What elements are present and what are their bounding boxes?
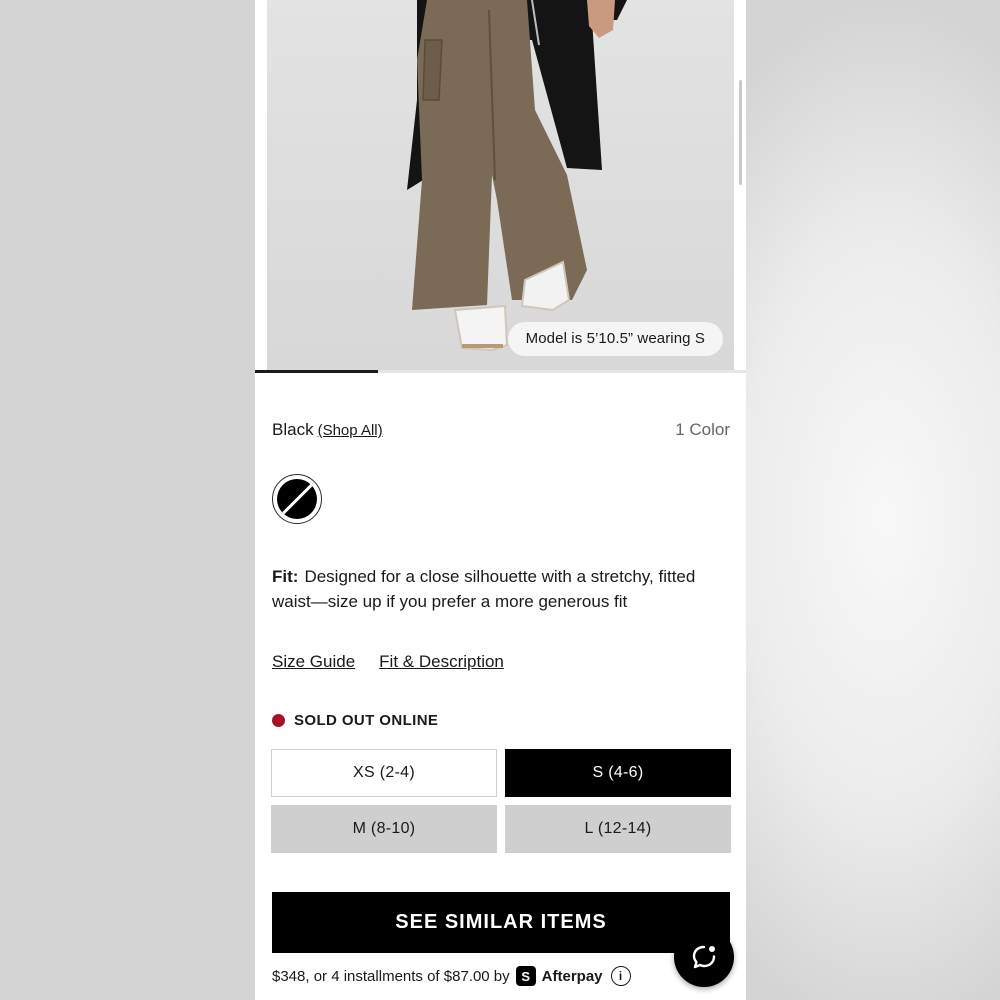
chat-button[interactable] bbox=[674, 927, 734, 987]
stock-status-text: SOLD OUT ONLINE bbox=[294, 712, 439, 729]
swatch-fill bbox=[277, 479, 317, 519]
status-dot-icon bbox=[272, 714, 285, 727]
afterpay-installments: $348, or 4 installments of $87.00 by S A… bbox=[272, 966, 631, 986]
model-illustration bbox=[407, 0, 627, 352]
size-option-s[interactable]: S (4-6) bbox=[505, 749, 731, 797]
fit-note: Fit: Designed for a close silhouette with… bbox=[272, 564, 732, 614]
afterpay-logo-icon: S bbox=[515, 966, 536, 986]
size-option-xs[interactable]: XS (2-4) bbox=[271, 749, 497, 797]
fit-description-link[interactable]: Fit & Description bbox=[379, 652, 504, 671]
info-links: Size Guide Fit & Description bbox=[272, 652, 528, 672]
size-option-l[interactable]: L (12-14) bbox=[505, 805, 731, 853]
color-selector-header: Black (Shop All) 1 Color bbox=[272, 420, 730, 440]
fit-text: Designed for a close silhouette with a s… bbox=[272, 567, 696, 611]
size-option-m[interactable]: M (8-10) bbox=[271, 805, 497, 853]
info-icon[interactable]: i bbox=[610, 966, 631, 986]
shop-all-link[interactable]: (Shop All) bbox=[318, 422, 383, 439]
model-size-badge: Model is 5’10.5” wearing S bbox=[507, 322, 723, 356]
product-image[interactable]: Model is 5’10.5” wearing S bbox=[267, 0, 734, 370]
stock-status: SOLD OUT ONLINE bbox=[272, 712, 438, 729]
fit-label: Fit: bbox=[272, 567, 299, 586]
afterpay-text: $348, or 4 installments of $87.00 by bbox=[272, 967, 510, 985]
image-carousel-progress bbox=[255, 370, 746, 373]
afterpay-brand: Afterpay bbox=[541, 967, 603, 985]
chat-bubble-icon bbox=[692, 945, 716, 969]
product-page: Model is 5’10.5” wearing S Black (Shop Al… bbox=[255, 0, 746, 1000]
image-carousel-progress-fill bbox=[255, 370, 378, 373]
color-count: 1 Color bbox=[675, 420, 730, 439]
size-guide-link[interactable]: Size Guide bbox=[272, 652, 355, 671]
color-swatch-black[interactable] bbox=[272, 474, 322, 524]
see-similar-items-button[interactable]: SEE SIMILAR ITEMS bbox=[272, 892, 730, 953]
page-scrollbar[interactable] bbox=[739, 80, 742, 185]
selected-color-name: Black bbox=[272, 420, 314, 439]
